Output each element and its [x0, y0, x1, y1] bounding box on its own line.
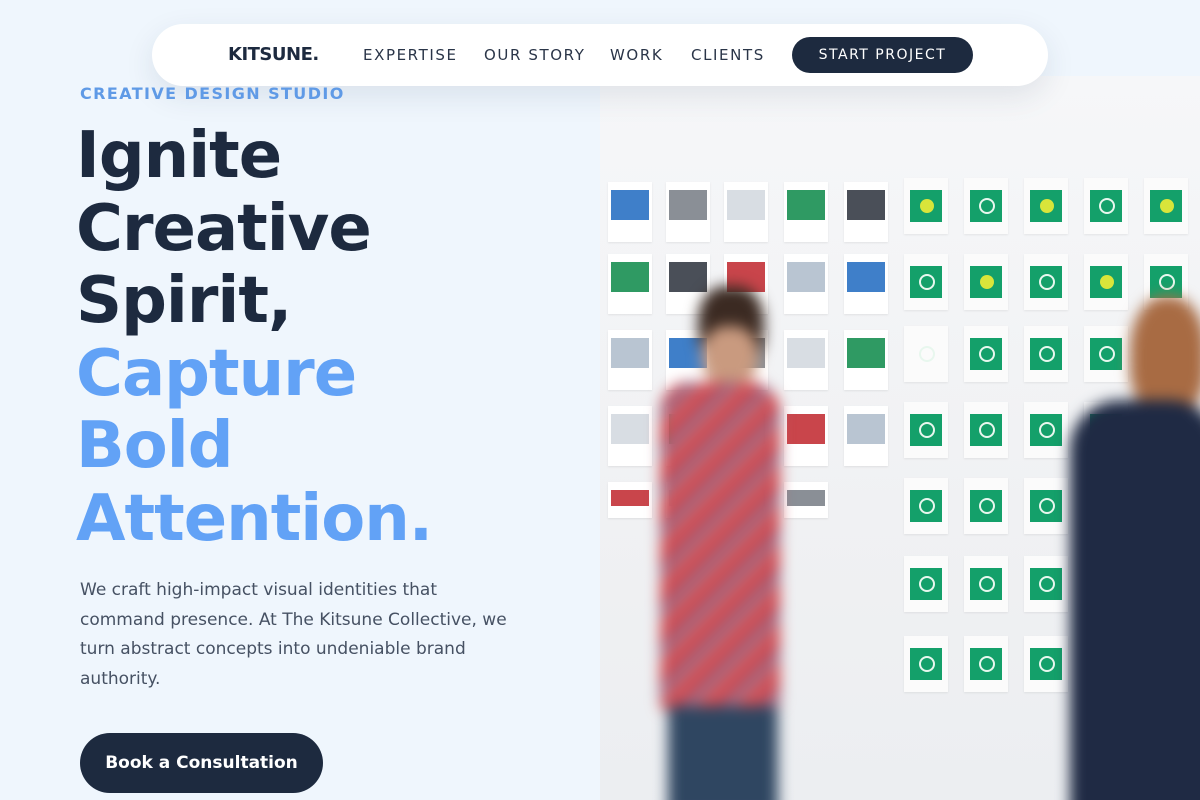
wall-logo-card [1024, 402, 1068, 458]
book-consultation-button[interactable]: Book a Consultation [80, 733, 323, 793]
brand-logo[interactable]: KITSUNE. [228, 44, 319, 65]
wall-logo-card [904, 254, 948, 310]
wall-print [666, 182, 710, 242]
wall-logo-card [964, 178, 1008, 234]
wall-logo-card [964, 254, 1008, 310]
wall-print [784, 406, 828, 466]
logo-mark-icon [1030, 568, 1062, 600]
logo-mark-icon [1030, 266, 1062, 298]
wall-logo-card [964, 478, 1008, 534]
wall-logo-card [904, 478, 948, 534]
wall-print [844, 254, 888, 314]
nav-link-our-story[interactable]: OUR STORY [484, 46, 586, 64]
headline-line-4: Capture [76, 336, 357, 411]
start-project-button[interactable]: START PROJECT [792, 37, 973, 73]
wall-logo-card [1024, 178, 1068, 234]
wall-logo-card [1024, 326, 1068, 382]
wall-print [784, 254, 828, 314]
logo-mark-icon [910, 414, 942, 446]
person-right-blurred [1070, 296, 1200, 800]
wall-logo-card [904, 402, 948, 458]
wall-logo-card [1024, 636, 1068, 692]
logo-mark-icon [1150, 190, 1182, 222]
wall-print [724, 182, 768, 242]
top-nav: KITSUNE. EXPERTISE OUR STORY WORK CLIENT… [152, 24, 1048, 86]
logo-mark-icon [1150, 266, 1182, 298]
headline-line-3: Spirit, [76, 264, 292, 338]
wall-logo-card [904, 178, 948, 234]
hero-headline: Ignite Creative Spirit, Capture Bold Att… [76, 119, 433, 556]
wall-logo-card [1024, 254, 1068, 310]
logo-mark-icon [970, 568, 1002, 600]
wall-logo-card [1024, 556, 1068, 612]
headline-line-2: Creative [76, 191, 372, 266]
wall-logo-card [1144, 178, 1188, 234]
logo-mark-icon [1090, 190, 1122, 222]
logo-mark-icon [1030, 490, 1062, 522]
logo-mark-icon [910, 338, 942, 370]
nav-link-work[interactable]: WORK [610, 46, 663, 64]
wall-logo-card [904, 556, 948, 612]
logo-mark-icon [1030, 338, 1062, 370]
logo-mark-icon [970, 414, 1002, 446]
wall-logo-card [964, 326, 1008, 382]
logo-mark-icon [970, 266, 1002, 298]
wall-print [784, 330, 828, 390]
logo-mark-icon [910, 266, 942, 298]
logo-mark-icon [1090, 266, 1122, 298]
logo-mark-icon [910, 190, 942, 222]
hero-photo [600, 76, 1200, 800]
hero-eyebrow: CREATIVE DESIGN STUDIO [80, 84, 345, 103]
headline-line-1: Ignite [76, 119, 282, 193]
logo-mark-icon [1030, 648, 1062, 680]
logo-mark-icon [970, 338, 1002, 370]
person-left-blurred [640, 286, 790, 800]
logo-mark-icon [1030, 190, 1062, 222]
wall-logo-card [904, 636, 948, 692]
headline-line-5: Bold [76, 409, 234, 483]
logo-mark-icon [970, 490, 1002, 522]
headline-line-6: Attention. [76, 481, 433, 556]
logo-mark-icon [910, 568, 942, 600]
wall-print [844, 330, 888, 390]
logo-mark-icon [970, 648, 1002, 680]
wall-logo-card [964, 402, 1008, 458]
wall-logo-card [1024, 478, 1068, 534]
nav-link-clients[interactable]: CLIENTS [691, 46, 765, 64]
logo-mark-icon [910, 490, 942, 522]
wall-logo-card [1084, 178, 1128, 234]
logo-mark-icon [1030, 414, 1062, 446]
hero-description: We craft high-impact visual identities t… [80, 580, 507, 689]
wall-logo-card [964, 556, 1008, 612]
wall-logo-card [964, 636, 1008, 692]
wall-print [844, 406, 888, 466]
logo-mark-icon [910, 648, 942, 680]
logo-mark-icon [970, 190, 1002, 222]
wall-print [784, 482, 828, 518]
wall-print [784, 182, 828, 242]
wall-logo-card [904, 326, 948, 382]
wall-print [608, 182, 652, 242]
nav-link-expertise[interactable]: EXPERTISE [363, 46, 458, 64]
wall-print [844, 182, 888, 242]
